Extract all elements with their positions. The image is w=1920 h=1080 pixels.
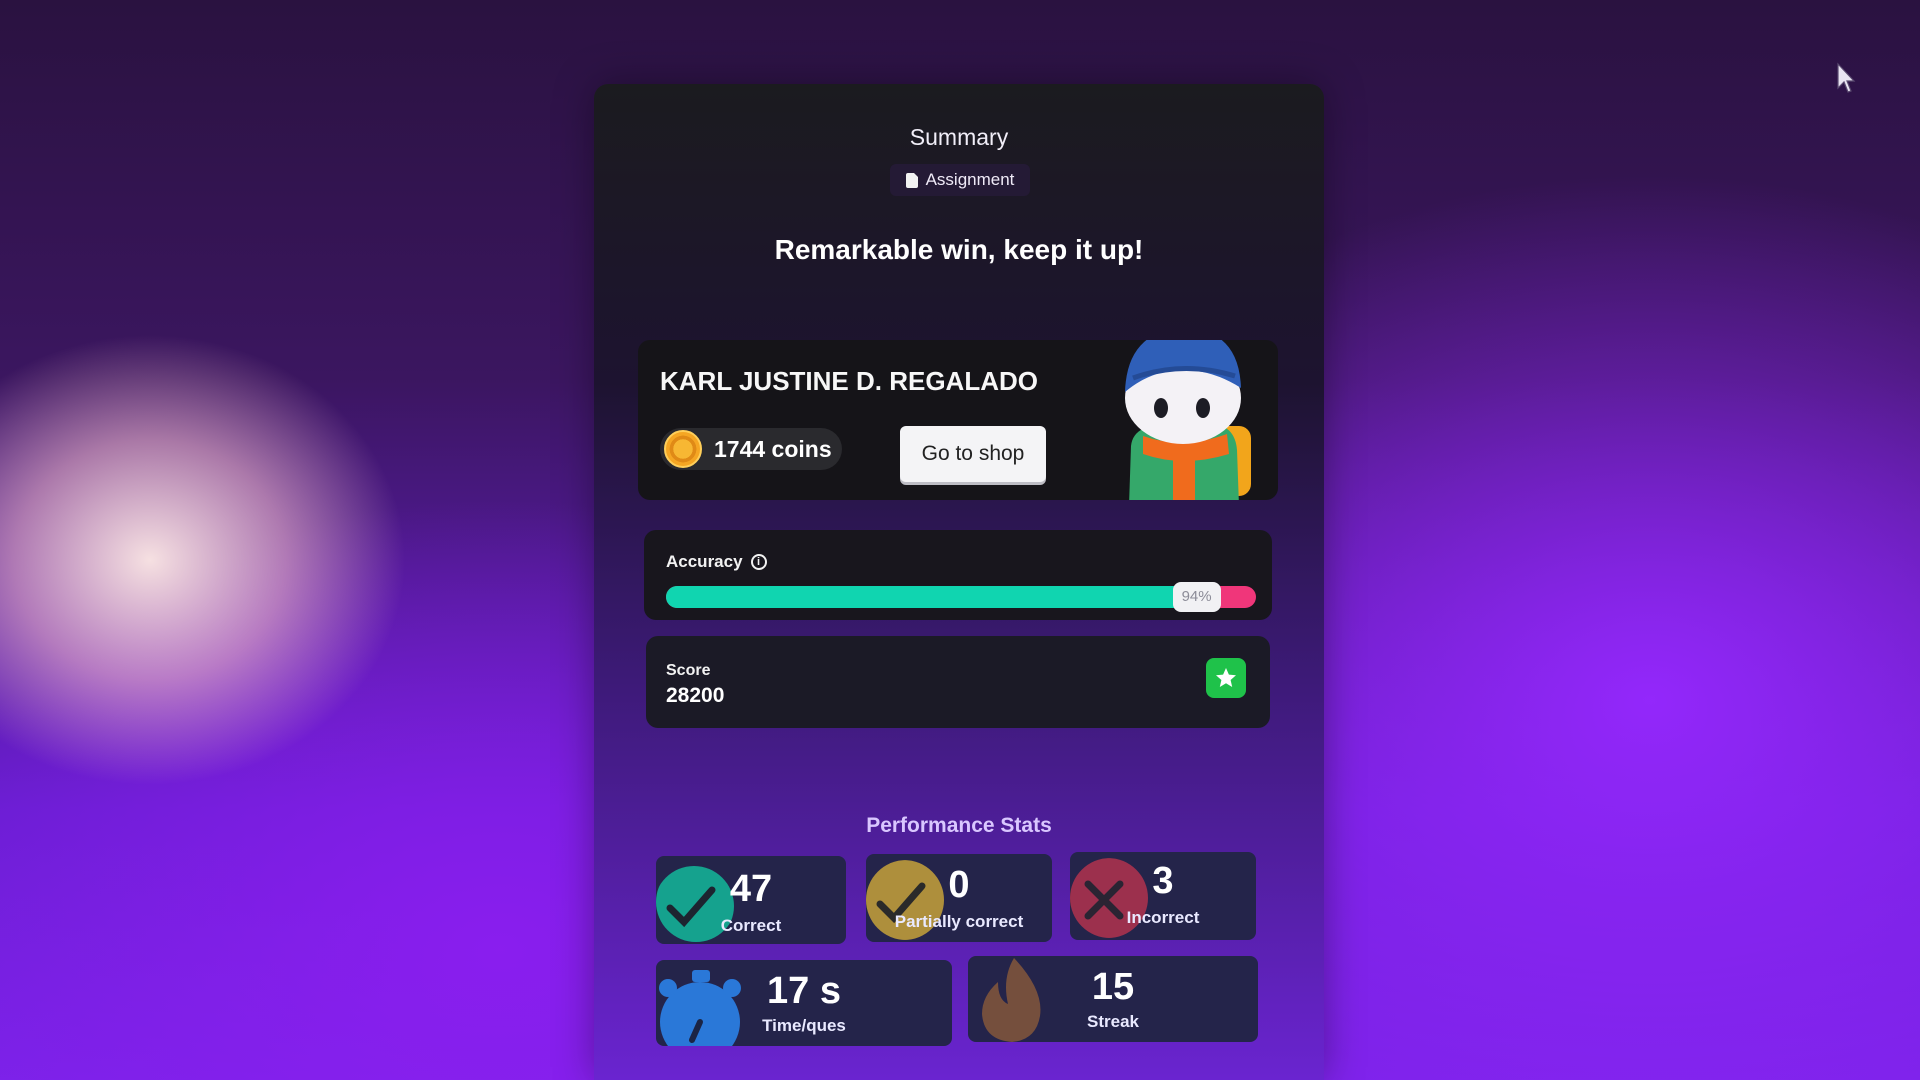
stat-streak-value: 15 bbox=[1091, 966, 1135, 1008]
assignment-badge: Assignment bbox=[890, 164, 1030, 196]
score-value: 28200 bbox=[666, 684, 725, 707]
accuracy-header: Accuracy i bbox=[666, 552, 767, 572]
info-icon[interactable]: i bbox=[750, 554, 767, 570]
stat-partially-correct-value: 0 bbox=[948, 864, 970, 906]
accuracy-card: Accuracy i 94% bbox=[644, 530, 1272, 620]
stat-streak: 15 Streak bbox=[968, 956, 1258, 1042]
score-card: Score 28200 bbox=[646, 636, 1270, 728]
result-headline: Remarkable win, keep it up! bbox=[774, 234, 1144, 265]
star-icon bbox=[1206, 658, 1246, 698]
coins-pill: 1744 coins bbox=[660, 428, 842, 470]
mascot-character-icon bbox=[1125, 340, 1251, 500]
stat-streak-label: Streak bbox=[1087, 1012, 1139, 1031]
mouse-cursor-icon bbox=[1837, 62, 1856, 93]
stat-correct-label: Correct bbox=[720, 916, 782, 935]
coins-label: 1744 coins bbox=[714, 435, 832, 462]
document-icon bbox=[905, 172, 918, 188]
coin-icon bbox=[664, 430, 702, 468]
player-name: KARL JUSTINE D. REGALADO bbox=[660, 366, 1038, 396]
stat-correct-value: 47 bbox=[729, 868, 773, 910]
stat-partially-correct: 0 Partially correct bbox=[866, 854, 1052, 942]
accuracy-bar: 94% bbox=[666, 582, 1256, 612]
accuracy-percent: 94% bbox=[1172, 582, 1221, 612]
go-to-shop-button[interactable]: Go to shop bbox=[900, 426, 1046, 482]
stat-time-label: Time/ques bbox=[762, 1016, 846, 1035]
accuracy-bar-fill bbox=[666, 586, 1221, 608]
summary-panel: Summary Assignment Remarkable win, keep … bbox=[594, 84, 1324, 1080]
stat-partially-correct-label: Partially correct bbox=[894, 912, 1024, 931]
stat-correct: 47 Correct bbox=[656, 856, 846, 944]
player-card: KARL JUSTINE D. REGALADO 1744 coins Go t… bbox=[638, 340, 1278, 500]
stat-incorrect-value: 3 bbox=[1152, 860, 1174, 902]
assignment-label: Assignment bbox=[925, 170, 1015, 189]
stat-time-per-question: 17 s Time/ques bbox=[656, 960, 952, 1046]
stat-incorrect-label: Incorrect bbox=[1126, 908, 1200, 927]
stat-time-value: 17 s bbox=[767, 970, 841, 1012]
stat-incorrect: 3 Incorrect bbox=[1070, 852, 1256, 940]
score-label: Score bbox=[666, 662, 711, 679]
accuracy-label: Accuracy bbox=[666, 552, 743, 571]
page-title: Summary bbox=[909, 124, 1009, 150]
performance-stats-title: Performance Stats bbox=[866, 814, 1052, 837]
